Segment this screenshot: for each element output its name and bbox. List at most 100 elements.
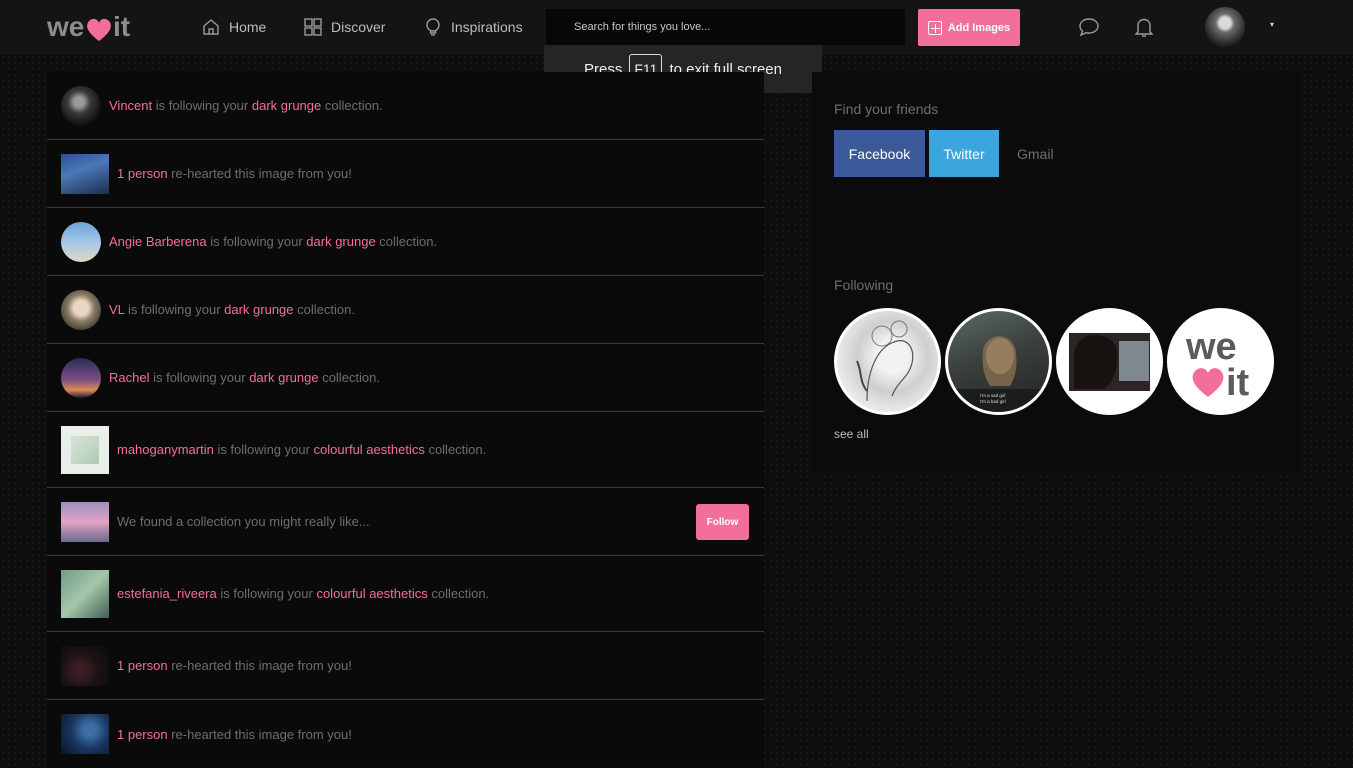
action-text: is following your bbox=[206, 234, 307, 249]
add-images-label: Add Images bbox=[947, 21, 1011, 34]
image-thumbnail[interactable] bbox=[61, 153, 109, 194]
actor-link[interactable]: mahoganymartin bbox=[117, 442, 214, 457]
sidebar-panel: Find your friends Facebook Twitter Gmail… bbox=[812, 72, 1300, 472]
collection-thumbnail[interactable] bbox=[61, 501, 109, 542]
feed-item[interactable]: estefania_riveera is following your colo… bbox=[47, 556, 764, 632]
suggestion-text: We found a collection you might really l… bbox=[117, 514, 370, 529]
feed-item[interactable]: 1 person re-hearted this image from you! bbox=[47, 632, 764, 700]
svg-text:we: we bbox=[47, 11, 84, 42]
chat-bubble-icon[interactable] bbox=[1078, 16, 1100, 38]
suffix-text: collection. bbox=[427, 586, 490, 601]
collection-thumbnail[interactable] bbox=[61, 569, 109, 618]
search-input[interactable] bbox=[546, 9, 905, 45]
nav-home-label: Home bbox=[229, 19, 267, 35]
collection-link[interactable]: dark grunge bbox=[306, 234, 375, 249]
action-text: is following your bbox=[124, 302, 225, 317]
logo-it-text: it bbox=[1226, 362, 1250, 404]
action-text: is following your bbox=[152, 98, 252, 113]
notification-feed: Vincent is following your dark grunge co… bbox=[47, 72, 764, 768]
feed-item[interactable]: Rachel is following your dark grunge col… bbox=[47, 344, 764, 412]
feed-item-text: Angie Barberena is following your dark g… bbox=[109, 234, 437, 249]
feed-item[interactable]: mahoganymartin is following your colourf… bbox=[47, 412, 764, 488]
portrait-photo-image bbox=[1069, 333, 1150, 391]
sketch-portrait-image bbox=[856, 320, 914, 402]
action-text: is following your bbox=[216, 586, 317, 601]
following-item[interactable]: I'm a sad girl I'm a bad girl bbox=[945, 308, 1052, 415]
feed-item[interactable]: 1 person re-hearted this image from you! bbox=[47, 700, 764, 768]
home-icon bbox=[203, 19, 219, 35]
feed-item-text: Rachel is following your dark grunge col… bbox=[109, 370, 380, 385]
twitter-button[interactable]: Twitter bbox=[929, 130, 999, 177]
actor-avatar[interactable] bbox=[61, 357, 101, 398]
nav-home[interactable]: Home bbox=[201, 15, 266, 39]
feed-item[interactable]: 1 person re-hearted this image from you! bbox=[47, 140, 764, 208]
feed-item-text: 1 person re-hearted this image from you! bbox=[117, 166, 352, 181]
account-dropdown-caret[interactable]: ▾ bbox=[1270, 20, 1274, 29]
collection-link[interactable]: dark grunge bbox=[249, 370, 318, 385]
plus-icon bbox=[927, 20, 942, 35]
bell-icon[interactable] bbox=[1133, 16, 1155, 38]
following-item[interactable] bbox=[1056, 308, 1163, 415]
actor-link[interactable]: 1 person bbox=[117, 166, 168, 181]
feed-item[interactable]: Angie Barberena is following your dark g… bbox=[47, 208, 764, 276]
see-all-link[interactable]: see all bbox=[834, 427, 869, 441]
caption-line-2: I'm a bad girl bbox=[980, 399, 1006, 404]
actor-link[interactable]: estefania_riveera bbox=[117, 586, 217, 601]
user-avatar[interactable] bbox=[1205, 7, 1245, 47]
action-text: re-hearted this image from you! bbox=[167, 166, 352, 181]
suffix-text: collection. bbox=[318, 370, 380, 385]
action-text: re-hearted this image from you! bbox=[167, 658, 352, 673]
action-text: is following your bbox=[213, 442, 314, 457]
feed-item-text: VL is following your dark grunge collect… bbox=[109, 302, 355, 317]
weheartit-logo-avatar: we it bbox=[1185, 326, 1250, 404]
suffix-text: collection. bbox=[424, 442, 487, 457]
actor-link[interactable]: 1 person bbox=[117, 727, 168, 742]
actor-link[interactable]: 1 person bbox=[117, 658, 168, 673]
image-thumbnail[interactable] bbox=[61, 714, 109, 754]
actor-avatar[interactable] bbox=[61, 289, 101, 330]
add-images-button[interactable]: Add Images bbox=[918, 9, 1020, 46]
grid-icon bbox=[304, 18, 322, 36]
nav-discover-label: Discover bbox=[331, 19, 386, 35]
nav-discover[interactable]: Discover bbox=[303, 15, 385, 39]
gmail-link[interactable]: Gmail bbox=[1017, 146, 1054, 162]
following-item[interactable]: we it bbox=[1167, 308, 1274, 415]
suffix-text: collection. bbox=[375, 234, 438, 249]
weheartit-logo[interactable]: we it bbox=[47, 10, 137, 44]
actor-avatar[interactable] bbox=[61, 85, 101, 126]
follow-button[interactable]: Follow bbox=[696, 504, 749, 540]
nav-inspirations[interactable]: Inspirations bbox=[423, 15, 523, 39]
nav-inspirations-label: Inspirations bbox=[451, 19, 523, 35]
collection-link[interactable]: dark grunge bbox=[224, 302, 293, 317]
feed-item-text: 1 person re-hearted this image from you! bbox=[117, 727, 352, 742]
movie-still-image: I'm a sad girl I'm a bad girl bbox=[948, 336, 1049, 412]
feed-item[interactable]: VL is following your dark grunge collect… bbox=[47, 276, 764, 344]
feed-item-text: mahoganymartin is following your colourf… bbox=[117, 442, 486, 457]
feed-item-text: Vincent is following your dark grunge co… bbox=[109, 98, 383, 113]
feed-item-text: 1 person re-hearted this image from you! bbox=[117, 658, 352, 673]
collection-link[interactable]: dark grunge bbox=[252, 98, 321, 113]
actor-avatar[interactable] bbox=[61, 221, 101, 262]
actor-link[interactable]: Vincent bbox=[109, 98, 152, 113]
action-text: re-hearted this image from you! bbox=[167, 726, 352, 742]
image-thumbnail[interactable] bbox=[61, 645, 109, 686]
collection-link[interactable]: colourful aesthetics bbox=[316, 586, 427, 601]
feed-item-suggestion[interactable]: We found a collection you might really l… bbox=[47, 488, 764, 556]
actor-link[interactable]: Angie Barberena bbox=[109, 234, 207, 249]
collection-thumbnail[interactable] bbox=[61, 425, 109, 474]
actor-link[interactable]: VL bbox=[109, 302, 124, 317]
actor-link[interactable]: Rachel bbox=[109, 370, 149, 385]
caption-line-1: I'm a sad girl bbox=[980, 393, 1005, 398]
feed-item[interactable]: Vincent is following your dark grunge co… bbox=[47, 72, 764, 140]
suffix-text: collection. bbox=[293, 302, 355, 317]
svg-text:it: it bbox=[113, 11, 130, 42]
feed-item-text: estefania_riveera is following your colo… bbox=[117, 586, 489, 601]
following-item[interactable] bbox=[834, 308, 941, 415]
action-text: is following your bbox=[149, 370, 250, 385]
suffix-text: collection. bbox=[321, 98, 383, 113]
lightbulb-icon bbox=[426, 18, 440, 36]
facebook-button[interactable]: Facebook bbox=[834, 130, 925, 177]
following-title: Following bbox=[834, 277, 894, 293]
find-friends-title: Find your friends bbox=[834, 101, 939, 117]
collection-link[interactable]: colourful aesthetics bbox=[314, 442, 425, 457]
